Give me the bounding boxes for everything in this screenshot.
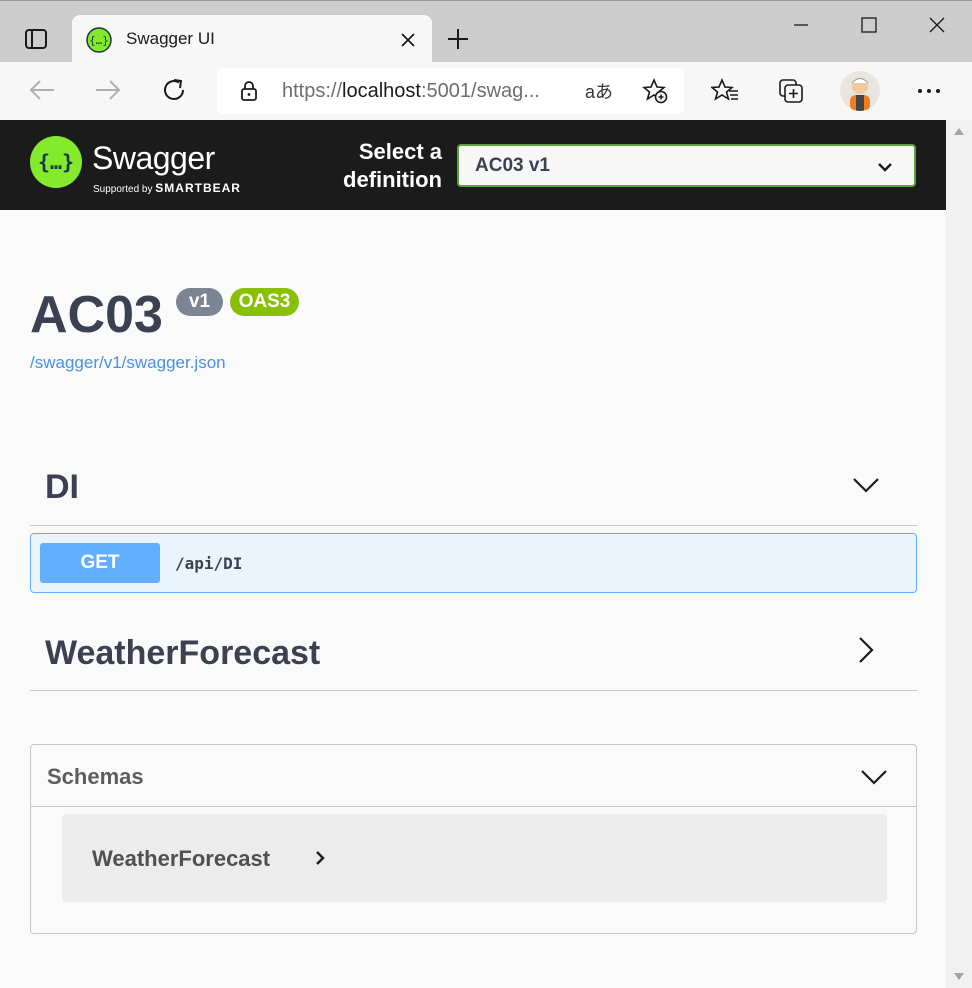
api-title: AC03 <box>30 286 163 344</box>
close-icon[interactable] <box>396 28 420 52</box>
brand-sub-prefix: Supported by <box>93 184 153 195</box>
refresh-icon[interactable] <box>154 72 194 108</box>
svg-text:{…}: {…} <box>89 34 109 47</box>
chevron-right-icon[interactable] <box>851 635 881 665</box>
swagger-logo-icon[interactable]: {…} <box>30 136 82 188</box>
chevron-down-icon[interactable] <box>851 470 881 500</box>
definition-select[interactable]: AC03 v1 <box>457 144 916 187</box>
tag-name-di: DI <box>45 468 79 506</box>
more-icon[interactable] <box>912 75 946 107</box>
swagger-favicon: {…} <box>86 27 112 53</box>
collections-icon[interactable] <box>774 75 808 107</box>
read-aloud-icon[interactable]: aあ <box>585 77 613 105</box>
tab-title: Swagger UI <box>126 29 215 48</box>
lock-icon[interactable] <box>237 79 261 103</box>
maximize-icon[interactable] <box>852 9 886 41</box>
version-badge: v1 <box>176 288 223 316</box>
minimize-icon[interactable] <box>784 9 818 41</box>
swagger-topbar: {…} Swagger Supported by SMARTBEAR Selec… <box>0 120 946 210</box>
chevron-down-icon[interactable] <box>860 763 888 791</box>
select-definition-label: Select a definition <box>343 139 442 192</box>
tag-section-weatherforecast[interactable]: WeatherForecast <box>30 612 917 691</box>
scroll-up-icon[interactable] <box>954 128 964 135</box>
brand-sub-company: SMARTBEAR <box>155 181 241 195</box>
operation-get-api-di[interactable]: GET /api/DI <box>30 533 917 593</box>
page-scrollbar[interactable] <box>946 120 972 988</box>
profile-avatar[interactable] <box>840 71 880 111</box>
back-icon[interactable] <box>22 72 62 108</box>
address-bar[interactable]: https://localhost:5001/swag... aあ <box>217 68 684 114</box>
chevron-down-icon <box>876 158 894 176</box>
operation-path: /api/DI <box>175 554 243 573</box>
oas-badge: OAS3 <box>230 288 299 316</box>
swagger-brand-sub: Supported by SMARTBEAR <box>93 181 241 195</box>
definition-select-value: AC03 v1 <box>475 155 550 176</box>
swagger-brand: Swagger <box>92 140 215 176</box>
model-name: WeatherForecast <box>92 846 271 871</box>
browser-toolbar: https://localhost:5001/swag... aあ <box>0 62 972 120</box>
tag-section-di[interactable]: DI <box>30 450 917 526</box>
url-text[interactable]: https://localhost:5001/swag... <box>282 80 562 103</box>
new-tab-icon[interactable] <box>442 23 474 55</box>
add-favorite-icon[interactable] <box>641 77 669 105</box>
method-badge-get: GET <box>40 543 160 583</box>
model-weatherforecast[interactable]: WeatherForecast <box>62 814 887 902</box>
schemas-section: Schemas WeatherForecast <box>30 744 917 934</box>
forward-icon[interactable] <box>88 72 128 108</box>
schemas-header[interactable]: Schemas <box>31 745 916 807</box>
tag-name-weatherforecast: WeatherForecast <box>45 634 321 672</box>
url-path: :5001/swag... <box>420 80 540 102</box>
tab-strip: {…} Swagger UI <box>0 0 972 64</box>
url-host: localhost <box>342 80 421 102</box>
url-scheme: https:// <box>282 80 343 102</box>
favorites-icon[interactable] <box>708 75 742 107</box>
chevron-right-icon[interactable] <box>312 850 328 866</box>
tab-actions-icon[interactable] <box>14 21 58 57</box>
browser-tab[interactable]: {…} Swagger UI <box>72 15 432 64</box>
scroll-down-icon[interactable] <box>954 973 964 980</box>
window-close-icon[interactable] <box>920 9 954 41</box>
spec-json-link[interactable]: /swagger/v1/swagger.json <box>30 353 226 373</box>
schemas-title: Schemas <box>47 764 144 789</box>
